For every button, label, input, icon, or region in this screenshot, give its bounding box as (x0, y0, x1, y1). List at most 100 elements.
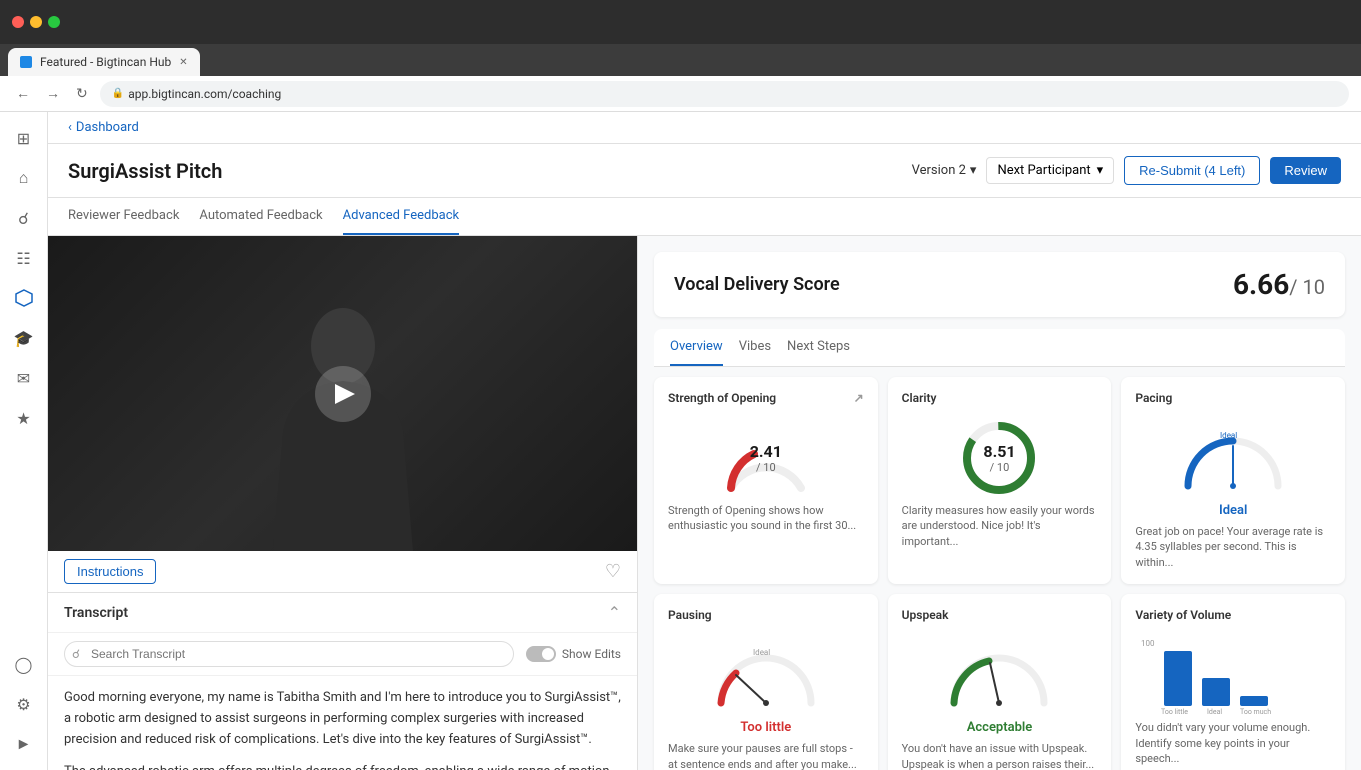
metric-pacing: Pacing Too slow (1121, 377, 1345, 584)
maximize-window-btn[interactable] (48, 16, 60, 28)
right-panel: Vocal Delivery Score 6.66/ 10 Overview V… (638, 236, 1361, 770)
vocal-delivery-score: 6.66/ 10 (1233, 268, 1325, 301)
breadcrumb[interactable]: ‹ Dashboard (68, 120, 139, 135)
sidebar-icon-home[interactable]: ⌂ (6, 160, 42, 196)
metric-desc-pausing: Make sure your pauses are full stops - a… (668, 741, 864, 770)
score-tab-overview[interactable]: Overview (670, 329, 723, 366)
gauge-score-clarity: 8.51 / 10 (983, 442, 1015, 474)
url-bar[interactable]: 🔒 app.bigtincan.com/coaching (100, 81, 1349, 107)
toggle-knob (542, 648, 554, 660)
sidebar-icon-expand[interactable]: ► (6, 726, 42, 762)
minimize-window-btn[interactable] (30, 16, 42, 28)
tab-navigation: Reviewer Feedback Automated Feedback Adv… (48, 198, 1361, 236)
tab-title: Featured - Bigtincan Hub (40, 55, 171, 69)
svg-text:Ideal: Ideal (1220, 431, 1237, 440)
edits-toggle-switch[interactable] (526, 646, 556, 662)
search-transcript-input[interactable] (64, 641, 514, 667)
svg-text:Too little: Too little (1161, 708, 1188, 716)
metric-pausing: Pausing Too little Too much Ideal (654, 594, 878, 770)
vocal-delivery-title: Vocal Delivery Score (674, 274, 840, 295)
gauge-score-strength: 2.41 / 10 (750, 442, 782, 474)
page-header: SurgiAssist Pitch Version 2 ▾ Next Parti… (48, 144, 1361, 198)
sidebar-icon-grid[interactable]: ⊞ (6, 120, 42, 156)
metric-desc-clarity: Clarity measures how easily your words a… (902, 503, 1098, 549)
sidebar-icon-settings[interactable]: ⚙ (6, 686, 42, 722)
review-button[interactable]: Review (1270, 157, 1341, 184)
play-button[interactable] (315, 366, 371, 422)
search-icon: ☌ (72, 647, 80, 661)
feedback-icon[interactable]: ♡ (605, 561, 621, 582)
metric-status-pausing: Too little (668, 720, 864, 735)
sidebar-icon-learning[interactable]: 🎓 (6, 320, 42, 356)
metrics-grid: Strength of Opening ↗ 2.41 (654, 377, 1345, 770)
metric-strength-of-opening: Strength of Opening ↗ 2.41 (654, 377, 878, 584)
tab-bar: Featured - Bigtincan Hub ✕ (0, 44, 1361, 76)
transcript-collapse-icon[interactable]: ⌃ (608, 603, 621, 622)
sidebar: ⊞ ⌂ ☌ ☷ 🎓 ✉ ★ ◯ ⚙ ► (0, 112, 48, 770)
metric-title-upspeak: Upspeak (902, 608, 1098, 622)
sidebar-icon-globe[interactable]: ★ (6, 400, 42, 436)
video-controls-bar: Instructions ♡ (48, 551, 637, 593)
next-participant-dropdown[interactable]: Next Participant ▾ (986, 157, 1114, 184)
video-container[interactable] (48, 236, 637, 551)
sidebar-icon-chat[interactable]: ✉ (6, 360, 42, 396)
gauge-clarity: 8.51 / 10 (902, 413, 1098, 503)
metric-variety-of-volume: Variety of Volume 100 (1121, 594, 1345, 770)
participant-chevron-icon: ▾ (1097, 163, 1104, 178)
transcript-section: Transcript ⌃ ☌ Show Edits (48, 593, 637, 770)
score-tabs: Overview Vibes Next Steps (654, 329, 1345, 367)
metric-title-pausing: Pausing (668, 608, 864, 622)
chart-volume: 100 Too little Ideal (1135, 630, 1331, 720)
transcript-paragraph-2: The advanced robotic arm offers multiple… (64, 762, 621, 770)
browser-tab[interactable]: Featured - Bigtincan Hub ✕ (8, 48, 200, 76)
show-edits-toggle[interactable]: Show Edits (526, 646, 621, 662)
tab-automated-feedback[interactable]: Automated Feedback (199, 198, 322, 235)
transcript-header: Transcript ⌃ (48, 593, 637, 633)
score-tab-vibes[interactable]: Vibes (739, 329, 771, 366)
sidebar-icon-profile[interactable]: ◯ (6, 646, 42, 682)
metric-title-strength: Strength of Opening ↗ (668, 391, 864, 405)
version-select[interactable]: Version 2 ▾ (912, 163, 977, 178)
metric-clarity: Clarity 8.51 / 10 C (888, 377, 1112, 584)
tab-reviewer-feedback[interactable]: Reviewer Feedback (68, 198, 179, 235)
metric-desc-strength: Strength of Opening shows how enthusiast… (668, 503, 864, 534)
metric-desc-upspeak: You don't have an issue with Upspeak. Up… (902, 741, 1098, 770)
score-header: Vocal Delivery Score 6.66/ 10 (654, 252, 1345, 317)
version-chevron-icon: ▾ (970, 163, 977, 178)
gauge-pausing: Too little Too much Ideal (668, 630, 864, 720)
tab-favicon (20, 56, 32, 68)
gauge-strength: 2.41 / 10 (668, 413, 864, 503)
svg-text:Ideal: Ideal (1207, 708, 1222, 716)
page-title: SurgiAssist Pitch (68, 159, 222, 183)
back-btn[interactable]: ← (12, 83, 34, 104)
gauge-upspeak: Acceptable Too much (902, 630, 1098, 720)
svg-text:Too much: Too much (1240, 708, 1271, 716)
close-window-btn[interactable] (12, 16, 24, 28)
sidebar-icon-coaching[interactable] (6, 280, 42, 316)
play-icon (335, 384, 355, 404)
top-bar: ‹ Dashboard (48, 112, 1361, 144)
svg-text:Ideal: Ideal (753, 648, 770, 657)
resubmit-button[interactable]: Re-Submit (4 Left) (1124, 156, 1260, 185)
instructions-button[interactable]: Instructions (64, 559, 156, 584)
left-panel: Instructions ♡ Transcript ⌃ ☌ (48, 236, 638, 770)
main-content: ‹ Dashboard SurgiAssist Pitch Version 2 … (48, 112, 1361, 770)
tab-close-btn[interactable]: ✕ (179, 57, 187, 68)
metric-title-clarity: Clarity (902, 391, 1098, 405)
sidebar-icon-files[interactable]: ☷ (6, 240, 42, 276)
forward-btn[interactable]: → (42, 83, 64, 104)
gauge-pacing: Too slow Too fast Ideal (1135, 413, 1331, 503)
score-tab-next-steps[interactable]: Next Steps (787, 329, 850, 366)
show-edits-label: Show Edits (562, 647, 621, 661)
lock-icon: 🔒 (112, 88, 124, 99)
next-participant-label: Next Participant (997, 163, 1090, 178)
metric-desc-volume: You didn't vary your volume enough. Iden… (1135, 720, 1331, 766)
sidebar-icon-search[interactable]: ☌ (6, 200, 42, 236)
transcript-paragraph-1: Good morning everyone, my name is Tabith… (64, 688, 621, 750)
transcript-search: ☌ Show Edits (48, 633, 637, 676)
refresh-btn[interactable]: ↻ (72, 84, 92, 104)
metric-title-volume: Variety of Volume (1135, 608, 1331, 622)
expand-icon[interactable]: ↗ (854, 391, 864, 405)
metric-desc-pacing: Great job on pace! Your average rate is … (1135, 524, 1331, 570)
tab-advanced-feedback[interactable]: Advanced Feedback (343, 198, 459, 235)
